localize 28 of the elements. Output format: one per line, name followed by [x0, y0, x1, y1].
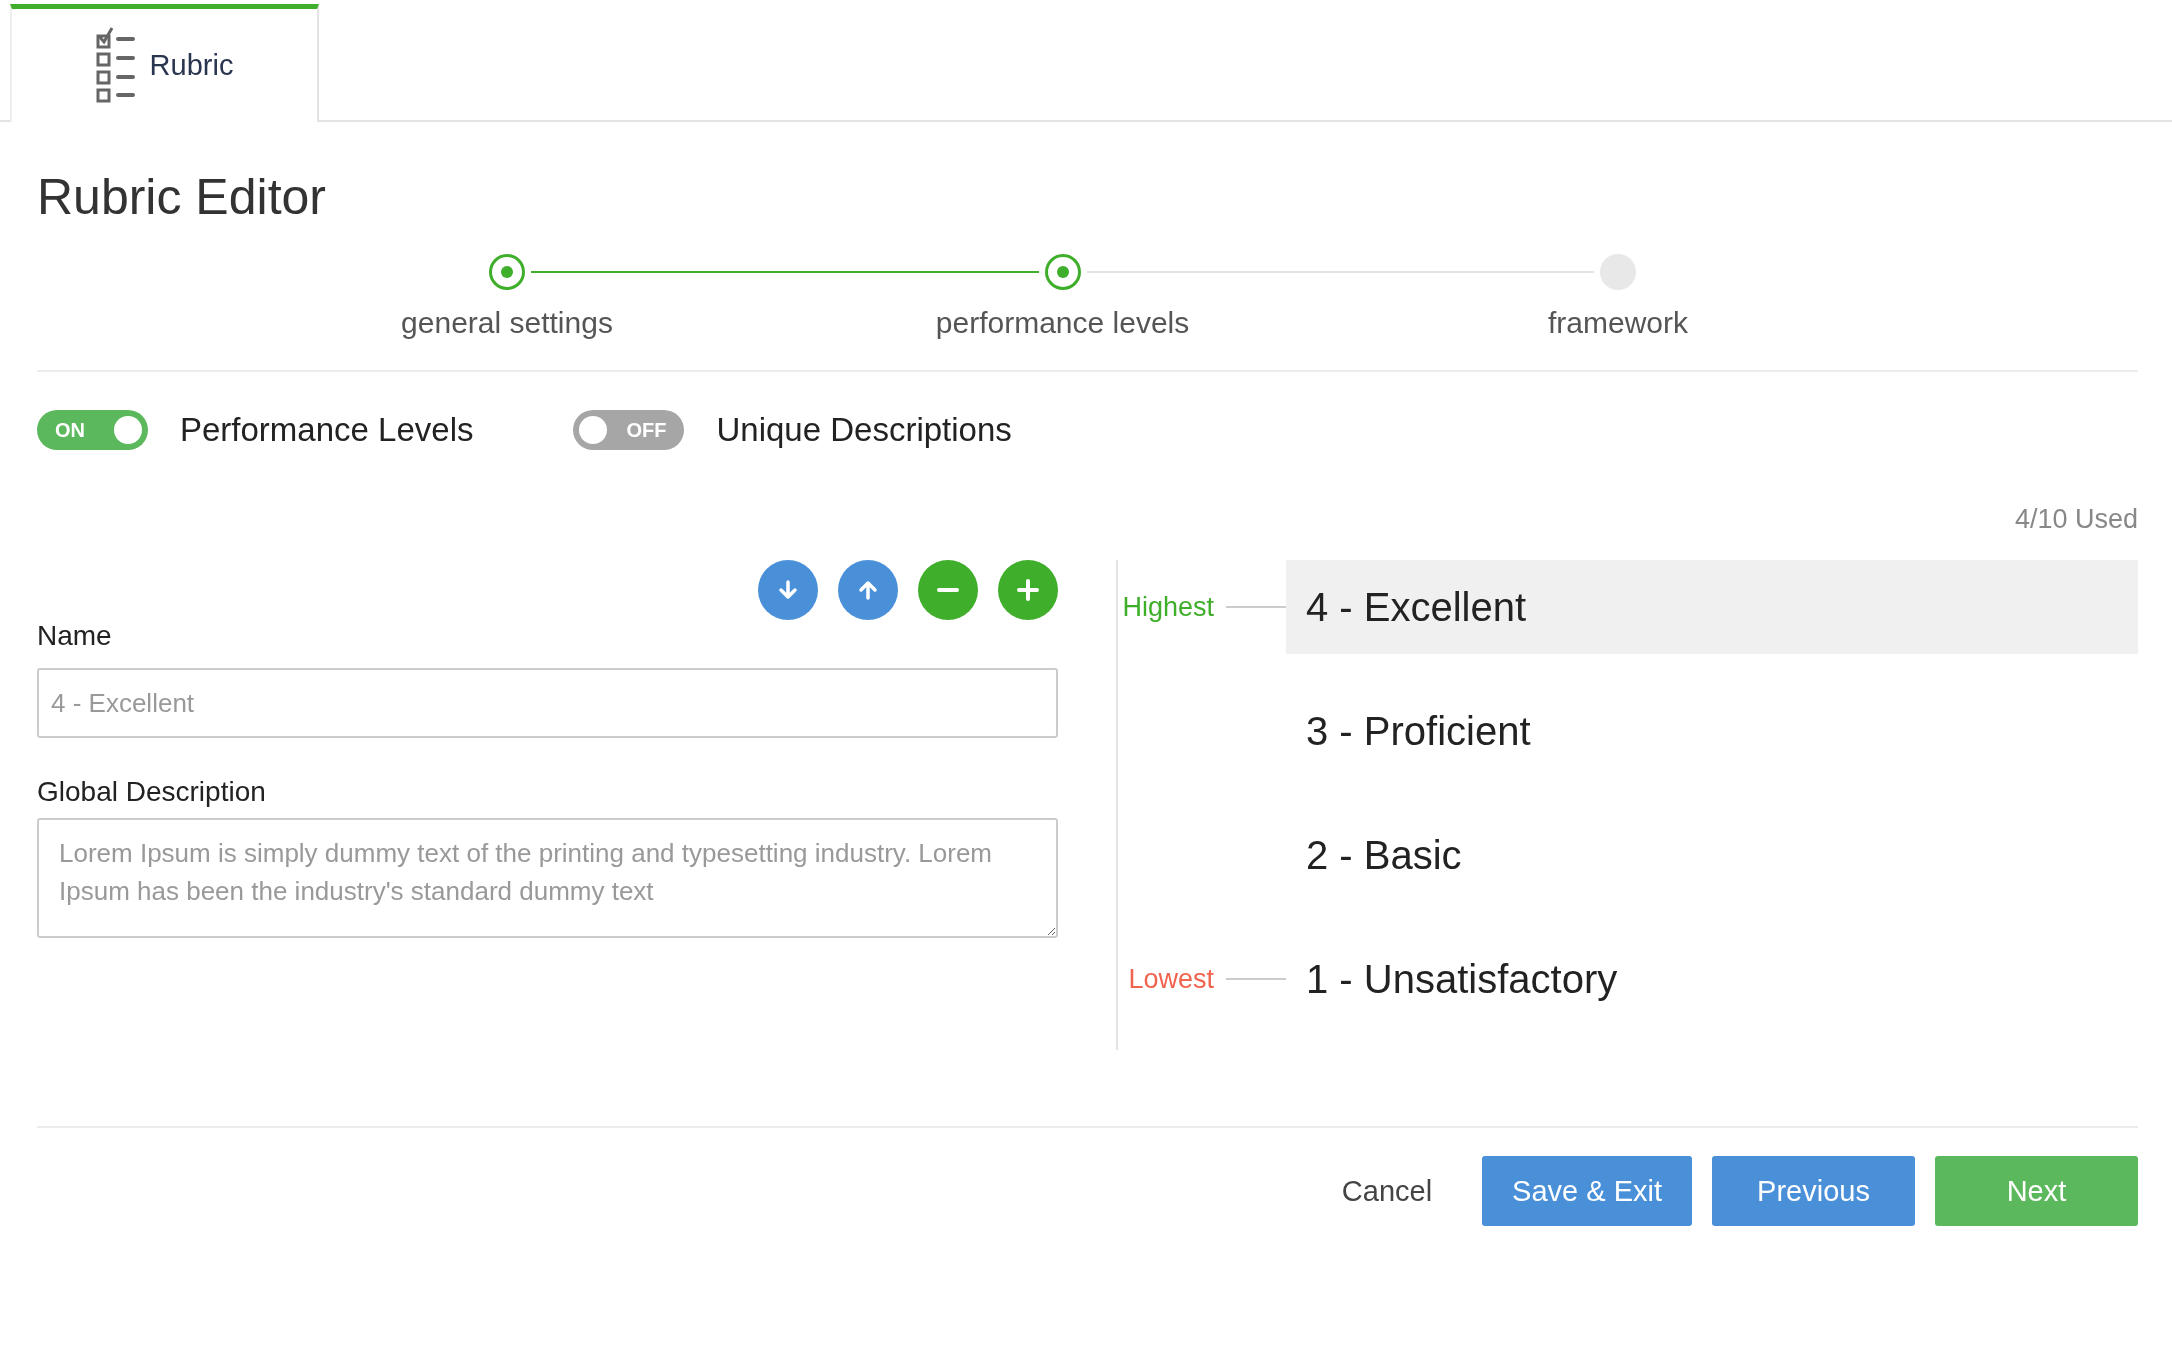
step-label: performance levels — [935, 306, 1190, 340]
cancel-link[interactable]: Cancel — [1311, 1156, 1463, 1226]
add-button[interactable] — [998, 560, 1058, 620]
arrow-down-icon — [777, 579, 799, 601]
toggle-label: Performance Levels — [180, 411, 474, 449]
move-up-button[interactable] — [838, 560, 898, 620]
name-input[interactable]: 4 - Excellent — [37, 668, 1058, 738]
field-label: Global Description — [37, 776, 267, 808]
page-title: Rubric Editor — [37, 168, 327, 226]
rubric-tab[interactable]: Rubric — [10, 4, 319, 122]
step-label: framework — [1548, 306, 1688, 340]
level-marker: Highest — [1122, 591, 1214, 623]
toggle-label: Unique Descriptions — [716, 411, 1012, 449]
field-label: Name — [37, 620, 113, 652]
description-textarea[interactable]: Lorem Ipsum is simply dummy text of the printing and typesetting industry. Lorem Ipsum has been the industry's standard dummy text — [37, 818, 1058, 938]
plus-icon — [1017, 579, 1039, 601]
move-down-button[interactable] — [758, 560, 818, 620]
level-item[interactable]: 4 - Excellent — [1286, 560, 2138, 654]
level-item[interactable]: 2 - Basic — [1286, 808, 2138, 902]
level-item[interactable]: 3 - Proficient — [1286, 684, 2138, 778]
step-label: general settings — [401, 306, 613, 340]
minus-icon — [937, 588, 959, 592]
level-marker: Lowest — [1128, 963, 1214, 995]
usage-count: 4/10 Used — [2014, 504, 2138, 536]
remove-button[interactable] — [918, 560, 978, 620]
checklist-icon — [95, 25, 136, 106]
level-item[interactable]: 1 - Unsatisfactory — [1286, 932, 2138, 1026]
arrow-up-icon — [857, 579, 879, 601]
